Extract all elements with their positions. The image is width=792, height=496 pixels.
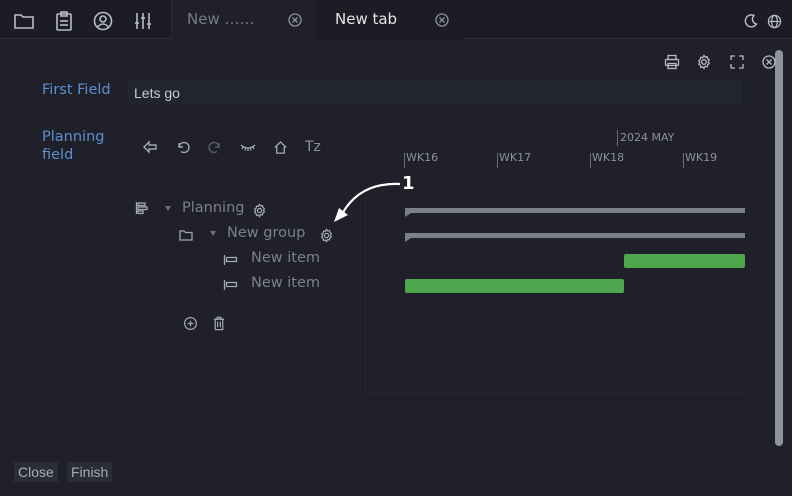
task-icon: [222, 252, 238, 268]
planning-field-label: Planning field: [42, 128, 104, 164]
tree-node-group[interactable]: New group: [227, 225, 305, 241]
group-summary-bar[interactable]: [405, 233, 745, 242]
week-tick: [497, 153, 498, 168]
globe-icon[interactable]: [765, 10, 783, 32]
week-tick: [404, 153, 405, 168]
vertical-scrollbar[interactable]: [775, 50, 783, 446]
tab-label: New ……: [187, 10, 255, 28]
settings-gear-icon[interactable]: [696, 54, 712, 70]
finish-button[interactable]: Finish: [67, 462, 113, 482]
gantt-chart-area: [365, 200, 745, 394]
tab-label: New tab: [335, 10, 398, 28]
user-circle-icon[interactable]: [92, 10, 114, 32]
caret-down-icon[interactable]: [207, 226, 219, 242]
first-field-input[interactable]: [128, 80, 742, 105]
folder-icon: [178, 227, 194, 243]
planning-label-line2: field: [42, 147, 74, 163]
trash-icon[interactable]: [211, 315, 227, 331]
eye-closed-icon[interactable]: [239, 138, 257, 156]
planning-label-line1: Planning: [42, 129, 105, 145]
close-tab-icon[interactable]: [287, 12, 303, 28]
task-bar[interactable]: [405, 279, 624, 293]
close-button[interactable]: Close: [14, 462, 58, 482]
sliders-icon[interactable]: [132, 10, 154, 32]
task-icon: [222, 277, 238, 293]
folder-icon[interactable]: [13, 10, 35, 32]
tab-new-1[interactable]: New ……: [171, 0, 317, 39]
week-label: WK18: [592, 151, 625, 164]
tree-node-item[interactable]: New item: [251, 275, 320, 291]
tab-new-tab[interactable]: New tab: [318, 0, 464, 39]
moon-icon[interactable]: [742, 10, 760, 32]
tree-node-item[interactable]: New item: [251, 250, 320, 266]
month-label: 2024 MAY: [620, 131, 675, 144]
back-arrow-icon[interactable]: [141, 138, 159, 156]
fullscreen-icon[interactable]: [729, 54, 745, 70]
month-tick: [617, 130, 618, 146]
planning-summary-bar[interactable]: [405, 208, 745, 217]
close-tab-icon[interactable]: [434, 12, 450, 28]
tree-node-planning[interactable]: Planning: [182, 200, 244, 216]
add-circle-icon[interactable]: [182, 315, 198, 331]
print-icon[interactable]: [664, 54, 680, 70]
gear-icon[interactable]: [251, 202, 267, 218]
caret-down-icon[interactable]: [162, 201, 174, 217]
week-label: WK17: [499, 151, 532, 164]
week-tick: [590, 153, 591, 168]
first-field-label: First Field: [42, 82, 111, 98]
undo-icon[interactable]: [174, 138, 192, 156]
week-label: WK19: [685, 151, 718, 164]
week-tick: [683, 153, 684, 168]
task-bar[interactable]: [624, 254, 745, 268]
timezone-button[interactable]: Tz: [305, 139, 321, 155]
annotation-number: 1: [402, 173, 415, 194]
clipboard-icon[interactable]: [53, 10, 75, 32]
week-label: WK16: [406, 151, 439, 164]
home-icon[interactable]: [271, 138, 289, 156]
gantt-chart-icon: [134, 200, 150, 216]
top-bar: New …… New tab: [0, 0, 792, 39]
close-panel-icon[interactable]: [761, 54, 777, 70]
redo-icon[interactable]: [206, 138, 224, 156]
